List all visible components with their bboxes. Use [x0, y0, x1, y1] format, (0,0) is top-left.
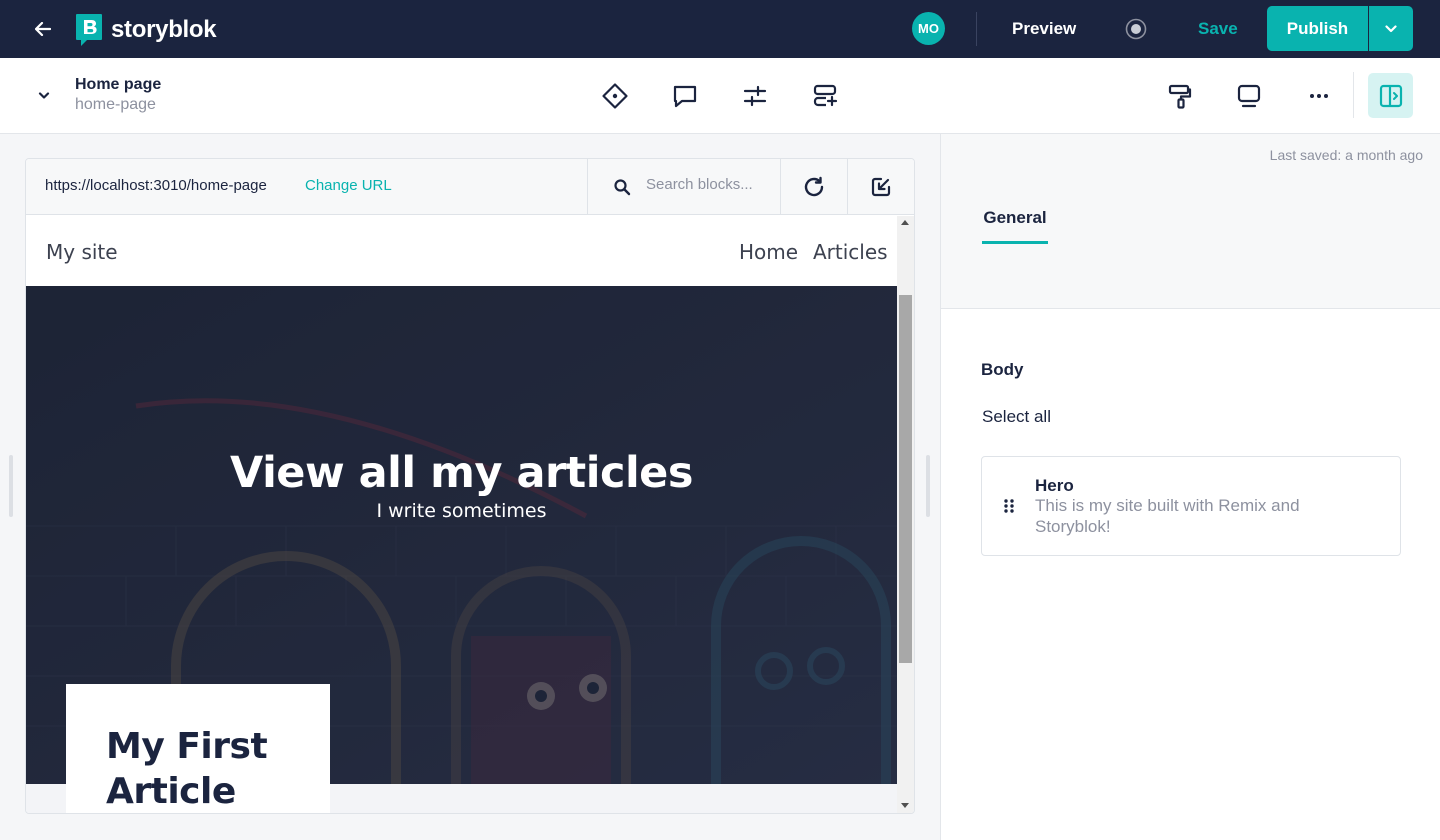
story-dropdown-toggle[interactable] [30, 84, 58, 108]
back-button[interactable] [26, 14, 60, 44]
site-nav-home[interactable]: Home [739, 240, 798, 264]
hero-subtitle: I write sometimes [376, 500, 547, 522]
record-icon [1125, 18, 1147, 40]
search-blocks [587, 159, 780, 215]
chevron-down-icon [38, 92, 50, 99]
user-avatar[interactable]: MO [912, 12, 945, 45]
content-panel: Last saved: a month ago General Body Sel… [940, 134, 1440, 840]
drag-handle-icon[interactable] [1002, 497, 1016, 515]
story-title: Home page [75, 76, 162, 93]
tab-general[interactable]: General [982, 206, 1048, 244]
resize-handle-right[interactable] [926, 455, 930, 517]
scroll-up-arrow[interactable] [901, 220, 909, 225]
format-button[interactable] [1162, 78, 1198, 114]
sidebar-icon [1379, 84, 1402, 107]
scroll-down-arrow[interactable] [901, 803, 909, 808]
hero-title: View all my articles [230, 448, 693, 498]
url-bar: https://localhost:3010/home-page Change … [26, 159, 914, 215]
site-nav-articles[interactable]: Articles [813, 240, 888, 264]
publish-button[interactable]: Publish [1267, 6, 1368, 51]
arrow-left-icon [35, 22, 51, 36]
refresh-button[interactable] [780, 159, 847, 215]
tab-general-label: General [983, 208, 1047, 227]
article-title: My First Article [106, 726, 268, 812]
logo-text: storyblok [111, 16, 217, 43]
open-external-button[interactable] [847, 159, 914, 215]
more-options-button[interactable] [1301, 78, 1337, 114]
block-description: This is my site built with Remix and Sto… [1035, 496, 1300, 536]
more-icon [1310, 94, 1328, 98]
chevron-down-icon [1385, 24, 1397, 32]
active-tab-indicator [982, 241, 1048, 244]
storyblok-logo[interactable]: storyblok [75, 13, 217, 47]
workflow-button[interactable] [597, 78, 633, 114]
storyblok-logo-icon [75, 13, 103, 47]
select-all-button[interactable]: Select all [982, 407, 1051, 427]
paint-roller-icon [1168, 84, 1192, 109]
scroll-thumb[interactable] [899, 295, 912, 663]
divider [1353, 72, 1354, 118]
device-preview-button[interactable] [1231, 78, 1267, 114]
hero-block-item[interactable]: Hero This is my site built with Remix an… [981, 456, 1401, 556]
preview-scrollbar[interactable] [897, 216, 914, 813]
panel-header: Last saved: a month ago General [941, 134, 1440, 309]
comment-icon [673, 85, 697, 108]
comments-button[interactable] [667, 78, 703, 114]
refresh-icon [804, 176, 824, 197]
top-bar: storyblok MO Preview Save Publish [0, 0, 1440, 58]
preview-url: https://localhost:3010/home-page [45, 177, 267, 194]
save-button[interactable]: Save [1188, 14, 1248, 44]
site-name[interactable]: My site [46, 240, 118, 264]
article-card[interactable]: My First Article [66, 684, 330, 813]
search-blocks-input[interactable] [646, 176, 771, 193]
divider [976, 12, 977, 46]
story-slug: home-page [75, 96, 156, 113]
publish-options-button[interactable] [1369, 6, 1413, 51]
settings-button[interactable] [737, 78, 773, 114]
block-add-icon [813, 84, 838, 107]
toggle-sidebar-button[interactable] [1368, 73, 1413, 118]
monitor-icon [1237, 84, 1261, 108]
search-icon [614, 179, 631, 196]
status-indicator[interactable] [1124, 17, 1148, 41]
resize-handle-left[interactable] [9, 455, 13, 517]
last-saved-text: Last saved: a month ago [1269, 147, 1423, 163]
preview-frame: https://localhost:3010/home-page Change … [25, 158, 915, 814]
preview-button[interactable]: Preview [1000, 14, 1088, 44]
body-field-label: Body [981, 360, 1024, 379]
change-url-link[interactable]: Change URL [305, 177, 392, 194]
diamond-icon [602, 83, 628, 109]
site-nav: My site Home Articles [26, 216, 897, 286]
add-block-button[interactable] [807, 78, 843, 114]
sliders-icon [743, 85, 767, 107]
block-name: Hero [1035, 476, 1074, 495]
site-preview[interactable]: My site Home Articles View all my articl… [26, 216, 897, 813]
external-link-icon [871, 177, 891, 197]
story-toolbar: Home page home-page [0, 58, 1440, 134]
